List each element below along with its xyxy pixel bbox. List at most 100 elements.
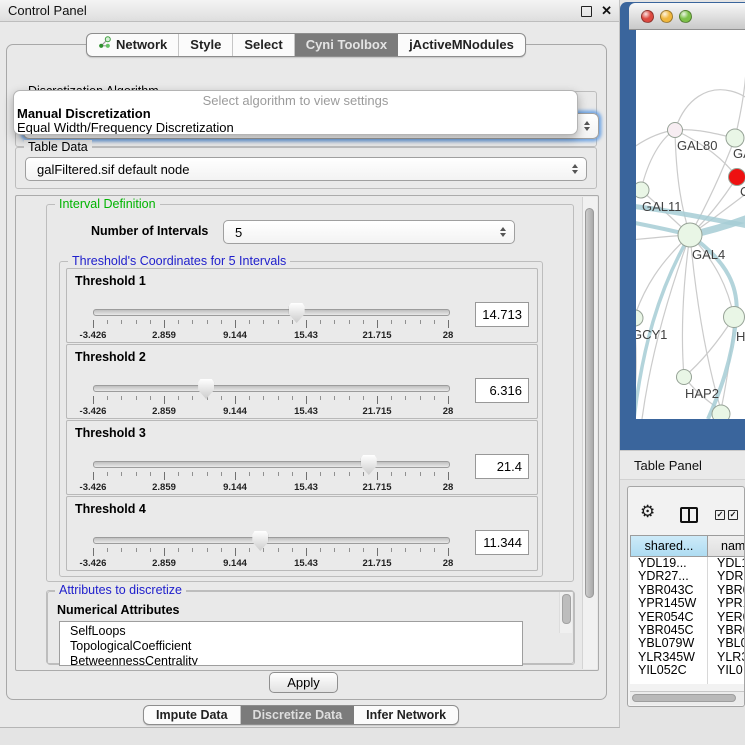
checkbox-icon[interactable]: ✓	[715, 510, 725, 520]
table-panel-title: Table Panel	[634, 451, 702, 480]
dropdown-item-manual-discretization[interactable]: Manual Discretization	[14, 107, 577, 121]
network-canvas-svg[interactable]: GAL80GACGAL11GAL4GCY1HHAP2	[636, 30, 745, 419]
tab-impute-data[interactable]: Impute Data	[144, 706, 241, 724]
node-label: GCY1	[636, 327, 667, 342]
numerical-attributes-label: Numerical Attributes	[57, 603, 179, 617]
split-view-icon[interactable]	[680, 507, 698, 523]
float-window-icon[interactable]	[581, 6, 592, 17]
numerical-attributes-list[interactable]: SelfLoopsTopologicalCoefficientBetweenne…	[59, 621, 523, 666]
table-row[interactable]: YIL052CYIL0	[630, 664, 745, 677]
table-row[interactable]: YBR045CYBR0	[630, 624, 745, 637]
tab-infer-network[interactable]: Infer Network	[354, 706, 458, 724]
apply-button[interactable]: Apply	[269, 672, 338, 693]
tab-label: Select	[244, 34, 282, 56]
tab-style[interactable]: Style	[179, 34, 233, 56]
tab-cyni-toolbox[interactable]: Cyni Toolbox	[295, 34, 398, 56]
interval-definition-group: Interval Definition Number of Intervals …	[46, 204, 574, 582]
table-row[interactable]: YLR345WYLR3	[630, 651, 745, 664]
network-node-gal11[interactable]	[636, 182, 649, 198]
checkbox-icon[interactable]: ✓	[728, 510, 738, 520]
cell-name: YDR2	[717, 570, 745, 583]
number-of-intervals-label: Number of Intervals	[91, 224, 208, 238]
threshold-label: Threshold 1	[75, 274, 146, 288]
table-row[interactable]: YBL079W YBL0	[630, 637, 745, 650]
table-row[interactable]: YDL19...YDL1	[630, 557, 745, 570]
table-data-label: Table Data	[24, 140, 92, 154]
minimize-button[interactable]	[660, 10, 673, 23]
scrollbar-thumb[interactable]	[632, 694, 736, 702]
network-edge	[735, 40, 745, 138]
tab-jactivemnodules[interactable]: jActiveMNodules	[398, 34, 525, 56]
threshold-group-2: Threshold 2-3.4262.8599.14415.4321.71528…	[66, 344, 538, 419]
threshold-value-field[interactable]: 11.344	[475, 530, 529, 555]
network-window-titlebar[interactable]	[629, 3, 745, 30]
cell-shared-name: YBL079W	[638, 637, 694, 650]
tab-select[interactable]: Select	[233, 34, 294, 56]
column-header-name[interactable]: name	[707, 535, 745, 557]
threshold-value-field[interactable]: 21.4	[475, 454, 529, 479]
list-item-selfloops[interactable]: SelfLoops	[60, 624, 522, 639]
combobox-arrows-icon	[500, 227, 506, 237]
attributes-list-scrollbar[interactable]	[559, 592, 572, 633]
network-node-gcy1[interactable]	[636, 310, 643, 326]
network-view[interactable]: GAL80GACGAL11GAL4GCY1HHAP2	[636, 30, 745, 419]
threshold-slider-track[interactable]	[93, 537, 450, 544]
tab-discretize-data[interactable]: Discretize Data	[241, 706, 355, 724]
network-node-h[interactable]	[724, 307, 745, 328]
tab-network[interactable]: Network	[87, 34, 179, 56]
cell-name: YBR0	[717, 584, 745, 597]
table-panel: ⚙ ✓ ✓ shared... name YDL19...YDL1YDR27..…	[627, 486, 745, 707]
threshold-slider-track[interactable]	[93, 385, 450, 392]
tab-label: Network	[116, 34, 167, 56]
number-of-intervals-combobox[interactable]: 5	[223, 220, 515, 244]
slider-ticks	[93, 548, 449, 556]
combobox-arrows-icon	[584, 121, 590, 131]
zoom-button[interactable]	[679, 10, 692, 23]
table-row[interactable]: YBR043CYBR0	[630, 584, 745, 597]
list-item-betweennesscentrality[interactable]: BetweennessCentrality	[60, 654, 522, 666]
gear-icon[interactable]: ⚙	[640, 503, 655, 521]
threshold-slider-track[interactable]	[93, 309, 450, 316]
dropdown-item-equal-width-frequency-discretization[interactable]: Equal Width/Frequency Discretization	[14, 121, 577, 135]
threshold-slider-track[interactable]	[93, 461, 450, 468]
threshold-value-field[interactable]: 14.713	[475, 302, 529, 327]
network-node-c[interactable]	[729, 169, 745, 186]
cell-name: YBL0	[717, 637, 745, 650]
traffic-lights	[641, 10, 692, 23]
table-row[interactable]: YER054CYER0	[630, 611, 745, 624]
slider-ticks	[93, 320, 449, 328]
table-row[interactable]: YPR145WYPR1	[630, 597, 745, 610]
network-node-gal4[interactable]	[678, 223, 702, 247]
thresholds-group: Threshold's Coordinates for 5 Intervals …	[59, 261, 543, 577]
scrollbar-thumb[interactable]	[585, 208, 594, 598]
table-horizontal-scrollbar[interactable]	[630, 691, 745, 705]
threshold-value-field[interactable]: 6.316	[475, 378, 529, 403]
algorithm-dropdown-popup: Select algorithm to view settings Manual…	[13, 90, 578, 135]
threshold-label: Threshold 3	[75, 426, 146, 440]
network-edge	[641, 130, 675, 190]
close-icon[interactable]: ✕	[601, 2, 612, 20]
close-button[interactable]	[641, 10, 654, 23]
table-row[interactable]: YDR27...YDR2	[630, 570, 745, 583]
network-node-hap2[interactable]	[677, 370, 692, 385]
column-header-shared-name[interactable]: shared...	[630, 535, 708, 557]
settings-scrollbar[interactable]	[582, 197, 597, 669]
cell-name: YLR3	[717, 651, 745, 664]
node-label: H	[736, 329, 745, 344]
list-item-topologicalcoefficient[interactable]: TopologicalCoefficient	[60, 639, 522, 654]
network-node-ga[interactable]	[726, 129, 744, 147]
cell-shared-name: YER054C	[638, 611, 694, 624]
network-node-gal80[interactable]	[668, 123, 683, 138]
panel-title: Control Panel	[8, 0, 87, 21]
network-node[interactable]	[712, 405, 730, 419]
scrollbar-thumb[interactable]	[562, 594, 571, 624]
bottom-tab-bar: Impute DataDiscretize DataInfer Network	[143, 705, 459, 725]
table-rows: YDL19...YDL1YDR27...YDR2YBR043CYBR0YPR14…	[630, 557, 745, 684]
node-label: C	[740, 184, 745, 199]
table-data-combobox[interactable]: galFiltered.sif default node	[25, 157, 587, 181]
interval-definition-label: Interval Definition	[55, 197, 160, 211]
network-edge	[682, 235, 690, 377]
table-data-value: galFiltered.sif default node	[37, 158, 189, 182]
attributes-to-discretize-group: Attributes to discretize Numerical Attri…	[46, 590, 574, 664]
threshold-group-1: Threshold 1-3.4262.8599.14415.4321.71528…	[66, 268, 538, 343]
